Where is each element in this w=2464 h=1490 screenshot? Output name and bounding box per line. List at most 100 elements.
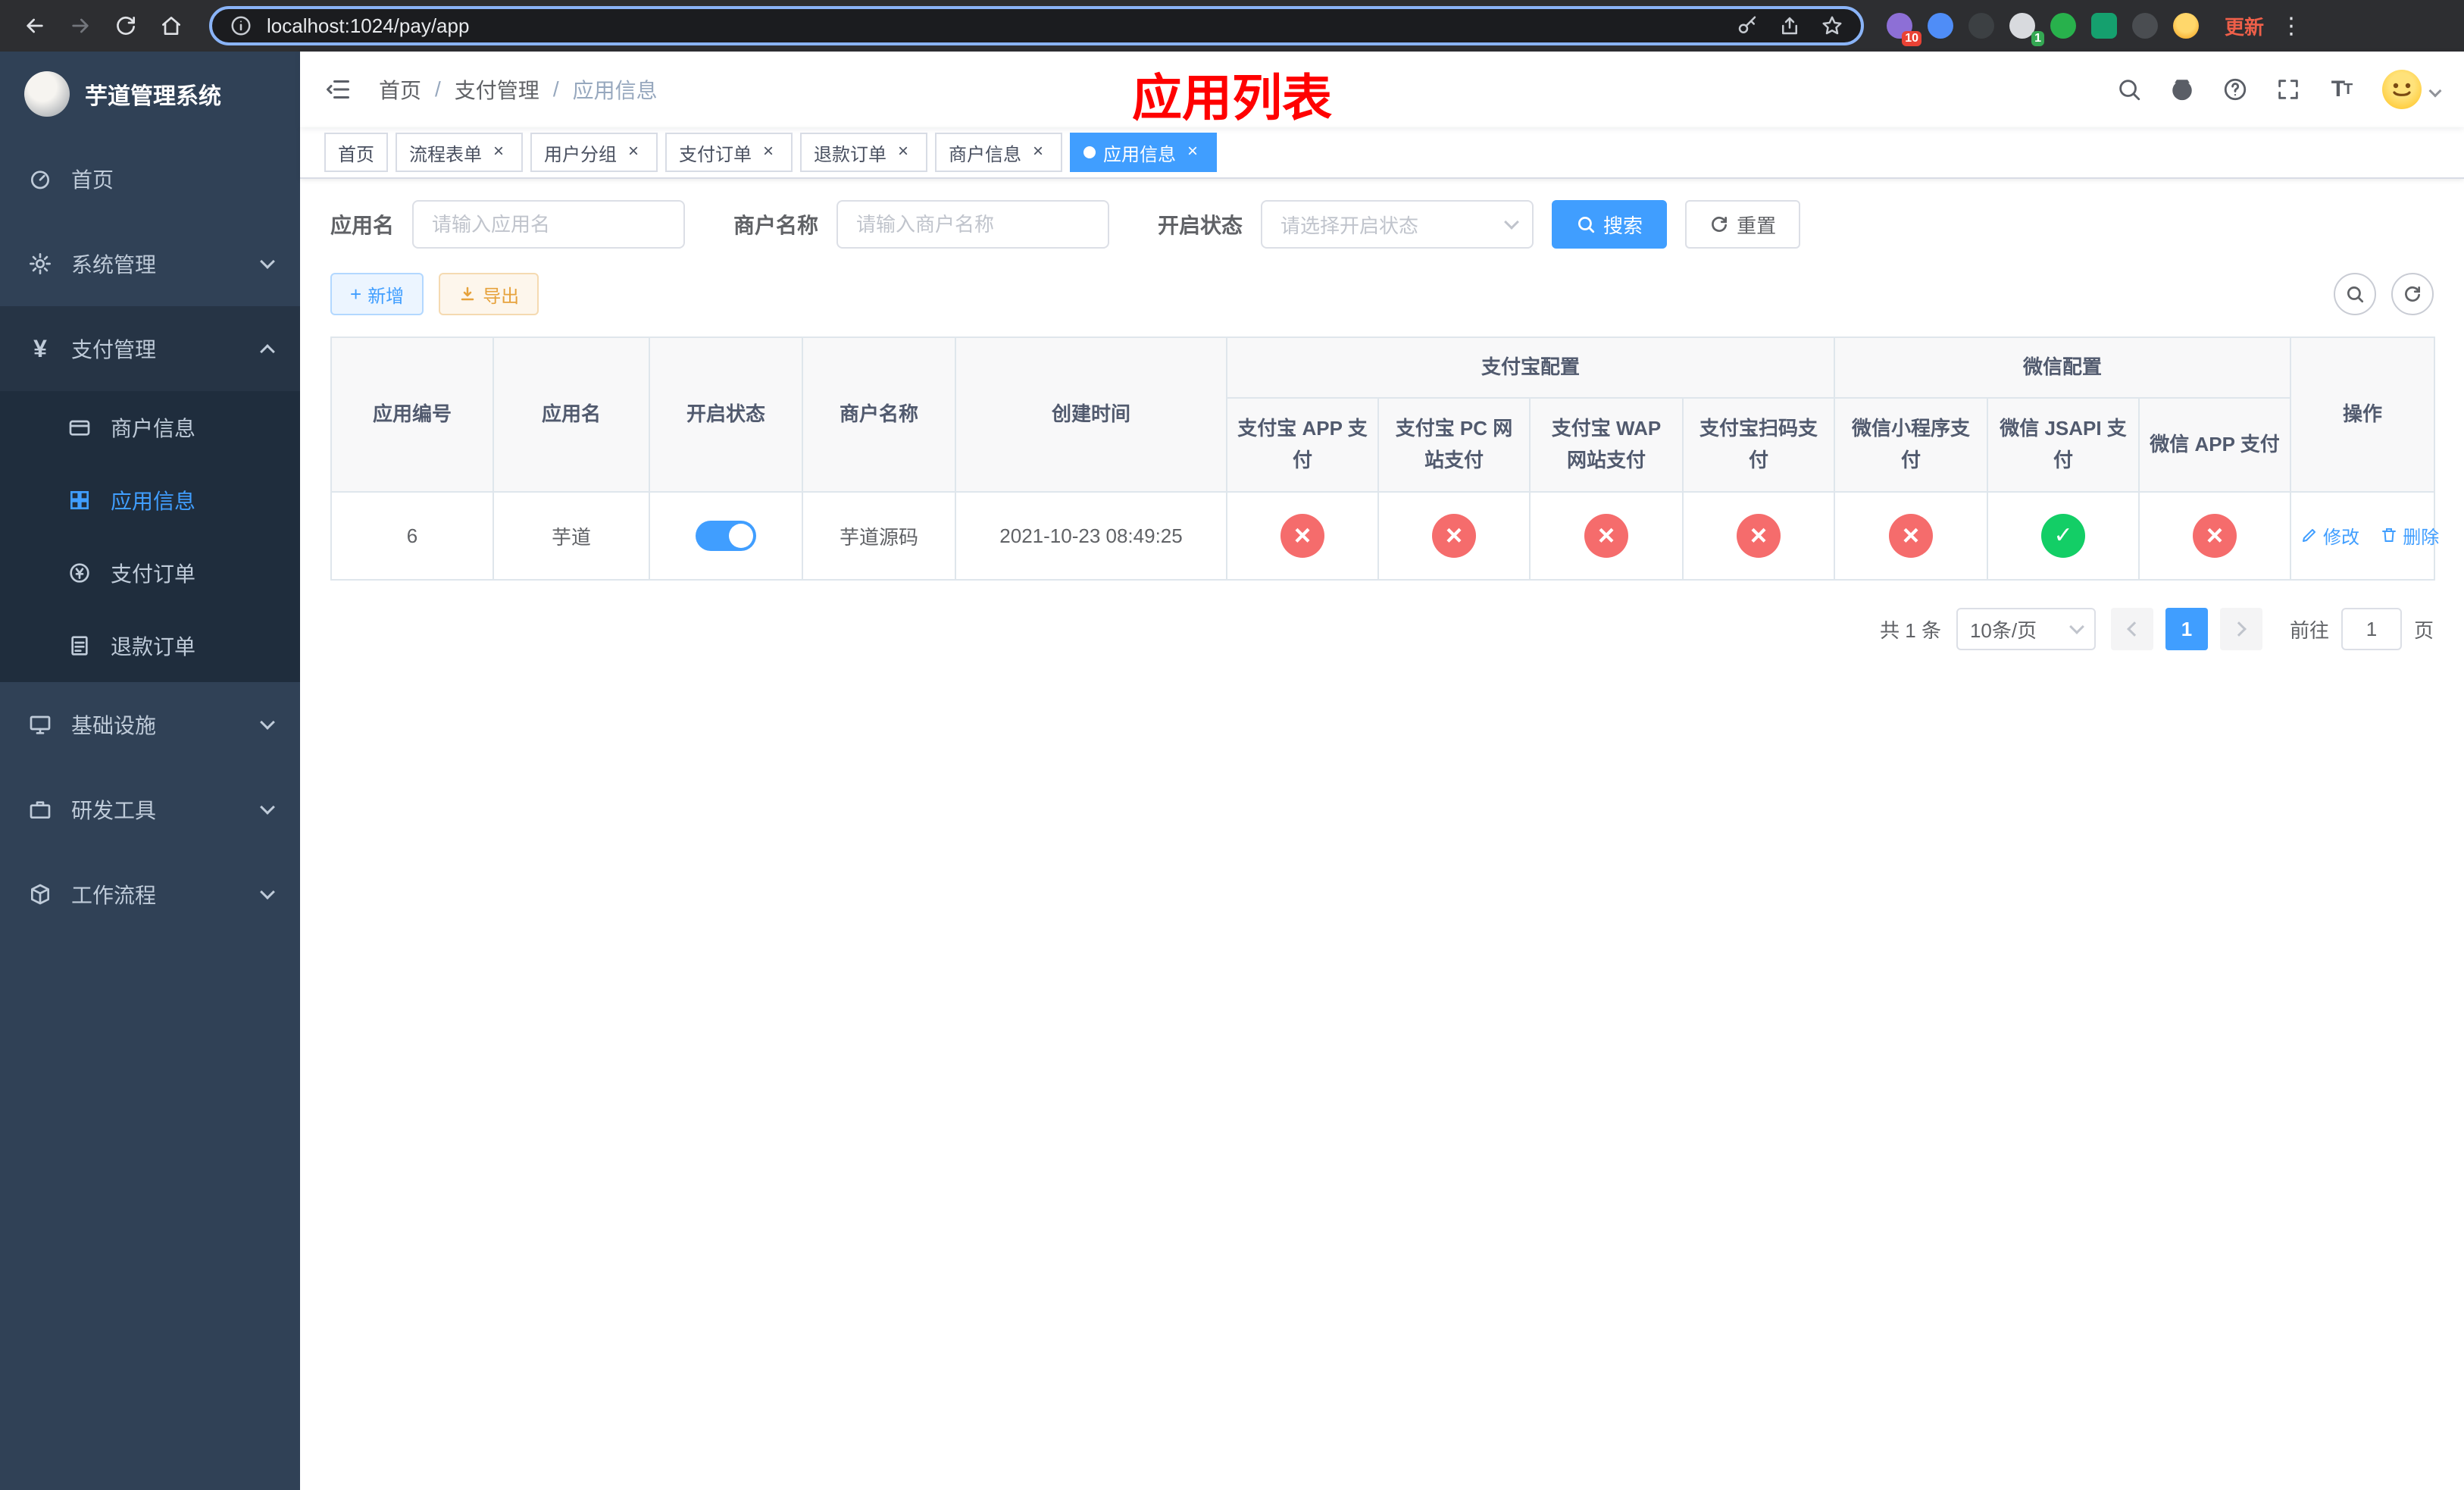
browser-forward-icon[interactable] — [61, 6, 100, 45]
chevron-down-icon — [260, 715, 275, 730]
browser-reload-icon[interactable] — [106, 6, 145, 45]
next-page-button[interactable] — [2219, 608, 2262, 650]
sidebar-item-system[interactable]: 系统管理 — [0, 221, 300, 306]
extension-icon-7[interactable] — [2132, 13, 2158, 39]
sidebar-item-app-info[interactable]: 应用信息 — [0, 464, 300, 537]
config-badge-wechat-jsapi — [2041, 514, 2086, 558]
delete-link[interactable]: 删除 — [2380, 522, 2439, 549]
browser-home-icon[interactable] — [152, 6, 191, 45]
tab-pay-order[interactable]: 支付订单 — [665, 133, 793, 172]
extension-badge-red: 10 — [1902, 31, 1921, 46]
extension-icon-6[interactable] — [2091, 13, 2117, 39]
extension-icon-5[interactable] — [2050, 13, 2076, 39]
github-icon[interactable] — [2165, 73, 2199, 106]
reset-button-label: 重置 — [1737, 214, 1777, 237]
sidebar-item-payment[interactable]: ¥ 支付管理 — [0, 306, 300, 391]
current-page[interactable]: 1 — [2165, 608, 2208, 650]
fullscreen-icon[interactable] — [2272, 73, 2305, 106]
tab-label: 应用信息 — [1103, 144, 1176, 165]
caret-down-icon[interactable] — [2428, 84, 2442, 98]
export-button[interactable]: 导出 — [439, 273, 539, 315]
app-name-label: 应用名 — [330, 214, 395, 237]
goto-page-input[interactable] — [2340, 608, 2402, 650]
close-icon[interactable] — [758, 142, 779, 163]
close-icon[interactable] — [1027, 142, 1049, 163]
status-select-placeholder: 请选择开启状态 — [1280, 214, 1419, 237]
sidebar-item-infra[interactable]: 基础设施 — [0, 682, 300, 767]
tab-home[interactable]: 首页 — [324, 133, 388, 172]
col-app-id: 应用编号 — [330, 337, 494, 493]
sidebar-fold-icon[interactable] — [324, 74, 355, 105]
sidebar-item-devtools[interactable]: 研发工具 — [0, 767, 300, 852]
sidebar-item-home[interactable]: 首页 — [0, 136, 300, 221]
browser-back-icon[interactable] — [15, 6, 55, 45]
password-key-icon[interactable] — [1734, 12, 1761, 39]
close-icon[interactable] — [893, 142, 914, 163]
col-created: 创建时间 — [955, 337, 1227, 493]
app-name-input[interactable] — [412, 200, 686, 249]
bookmark-star-icon[interactable] — [1818, 12, 1846, 39]
status-select[interactable]: 请选择开启状态 — [1261, 200, 1534, 249]
extension-icon-3[interactable] — [1968, 13, 1994, 39]
merchant-name-input[interactable] — [836, 200, 1110, 249]
tab-refund-order[interactable]: 退款订单 — [800, 133, 927, 172]
tab-user-group[interactable]: 用户分组 — [530, 133, 658, 172]
close-icon[interactable] — [1182, 142, 1203, 163]
filter-status: 开启状态 请选择开启状态 — [1158, 200, 1534, 249]
col-group-wechat: 微信配置 — [1834, 337, 2292, 399]
filter-app-name: 应用名 — [330, 200, 686, 249]
chrome-update-button[interactable]: 更新 — [2225, 12, 2264, 40]
chevron-up-icon — [260, 344, 275, 359]
help-icon[interactable] — [2219, 73, 2252, 106]
status-toggle[interactable] — [696, 521, 756, 551]
breadcrumb-payment[interactable]: 支付管理 — [455, 74, 539, 105]
sidebar-item-merchant-info[interactable]: 商户信息 — [0, 391, 300, 464]
prev-page-button[interactable] — [2110, 608, 2153, 650]
add-button[interactable]: + 新增 — [330, 273, 424, 315]
refresh-button[interactable] — [2391, 273, 2434, 315]
sidebar: 芋道管理系统 首页 系统管理 ¥ 支付管理 商户信息 应用信息 支付订单 退款订… — [0, 52, 300, 1490]
col-actions: 操作 — [2290, 337, 2436, 493]
col-group-alipay: 支付宝配置 — [1225, 337, 1836, 399]
tab-merchant-info[interactable]: 商户信息 — [935, 133, 1062, 172]
chevron-down-icon — [260, 884, 275, 900]
browser-menu-icon[interactable]: ⋮ — [2279, 13, 2303, 39]
sidebar-item-label: 退款订单 — [111, 635, 196, 659]
share-icon[interactable] — [1776, 12, 1803, 39]
close-icon[interactable] — [488, 142, 509, 163]
extension-icon-4[interactable]: 1 — [2009, 13, 2044, 46]
extension-icon-2[interactable] — [1928, 13, 1953, 39]
tab-process-form[interactable]: 流程表单 — [396, 133, 523, 172]
font-size-icon[interactable]: TT — [2325, 73, 2358, 106]
url-text[interactable]: localhost:1024/pay/app — [267, 14, 1718, 38]
breadcrumb-home[interactable]: 首页 — [379, 74, 421, 105]
breadcrumb-separator: / — [552, 77, 559, 101]
dashboard-icon — [27, 166, 53, 192]
profile-avatar-icon[interactable] — [2173, 13, 2199, 39]
tab-app-info[interactable]: 应用信息 — [1070, 133, 1217, 172]
site-info-icon[interactable] — [227, 12, 255, 39]
user-avatar[interactable] — [2382, 70, 2422, 109]
extension-icon-1[interactable]: 10 — [1887, 13, 1921, 46]
page-size-select[interactable]: 10条/页 — [1956, 608, 2096, 650]
sidebar-item-workflow[interactable]: 工作流程 — [0, 852, 300, 937]
sidebar-item-label: 基础设施 — [71, 714, 157, 737]
reset-button[interactable]: 重置 — [1685, 200, 1801, 249]
edit-link[interactable]: 修改 — [2300, 522, 2359, 549]
breadcrumb: 首页 / 支付管理 / 应用信息 — [379, 74, 658, 105]
address-bar[interactable]: localhost:1024/pay/app — [209, 6, 1864, 45]
close-icon[interactable] — [623, 142, 644, 163]
sidebar-item-pay-order[interactable]: 支付订单 — [0, 537, 300, 609]
grid-icon — [67, 487, 92, 513]
tab-label: 退款订单 — [814, 144, 886, 165]
sidebar-item-refund-order[interactable]: 退款订单 — [0, 609, 300, 682]
toggle-search-button[interactable] — [2334, 273, 2376, 315]
search-icon[interactable] — [2112, 73, 2146, 106]
config-badge-alipay-pc — [1432, 514, 1476, 558]
active-dot — [1083, 146, 1096, 158]
total-count: 共 1 条 — [1880, 618, 1941, 642]
pay-order-icon — [67, 560, 92, 586]
goto-page: 前往 页 — [2290, 608, 2434, 650]
search-button[interactable]: 搜索 — [1552, 200, 1668, 249]
add-button-label: 新增 — [367, 286, 405, 307]
